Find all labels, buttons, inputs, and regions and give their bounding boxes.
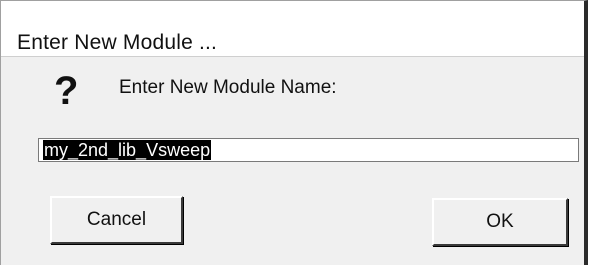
cancel-button-label: Cancel [86, 209, 147, 230]
ok-button[interactable]: OK [432, 198, 568, 246]
ok-button-label: OK [486, 211, 514, 232]
prompt-label: Enter New Module Name: [119, 77, 337, 98]
dialog-window: Enter New Module ... ? Enter New Module … [0, 0, 588, 265]
module-name-input[interactable]: my_2nd_lib_Vsweep [38, 138, 579, 162]
question-mark-icon: ? [54, 69, 79, 113]
cancel-button[interactable]: Cancel [50, 196, 183, 244]
module-name-value: my_2nd_lib_Vsweep [43, 140, 212, 160]
title-bar[interactable]: Enter New Module ... [1, 1, 584, 57]
dialog-title: Enter New Module ... [17, 31, 218, 54]
